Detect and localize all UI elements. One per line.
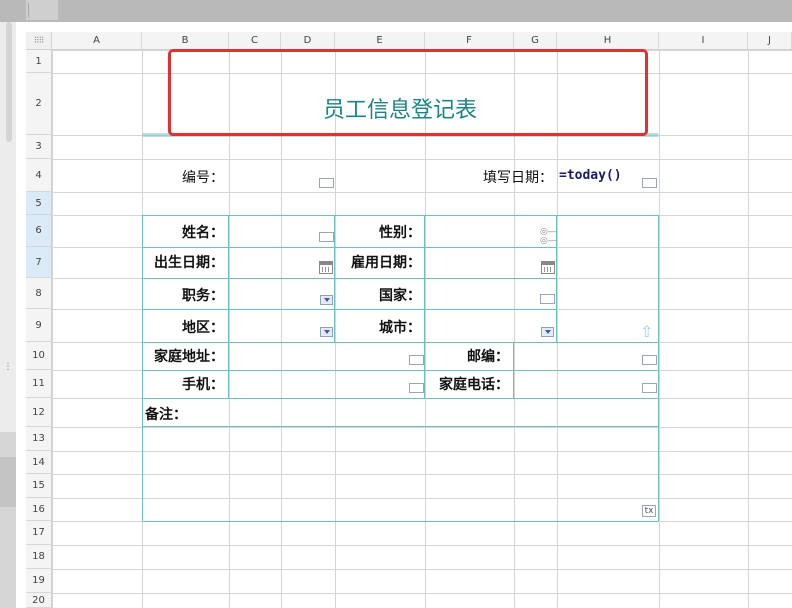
row-header-14[interactable]: 14 xyxy=(26,451,52,474)
dropdown-arrow-icon[interactable] xyxy=(320,327,333,337)
row-header-16[interactable]: 16 xyxy=(26,498,52,521)
text-control-icon[interactable]: tx xyxy=(642,505,656,517)
row-header-17[interactable]: 17 xyxy=(26,521,52,545)
row-header-6[interactable]: 6 xyxy=(26,215,52,247)
column-header-c[interactable]: C xyxy=(229,32,281,50)
home-phone-input[interactable] xyxy=(642,383,657,393)
row-header-3[interactable]: 3 xyxy=(26,135,52,159)
birth-label: 出生日期： xyxy=(154,255,224,271)
column-header-d[interactable]: D xyxy=(281,32,335,50)
row-header-2[interactable]: 2 xyxy=(26,73,52,135)
date-input[interactable] xyxy=(642,178,657,188)
row-header-19[interactable]: 19 xyxy=(26,569,52,593)
city-label: 城市： xyxy=(379,320,421,336)
calendar-icon[interactable] xyxy=(319,261,333,274)
column-header-h[interactable]: H xyxy=(557,32,659,50)
radio-option-icon[interactable]: ◎— ◎— xyxy=(540,228,557,246)
row-header-7[interactable]: 7 xyxy=(26,247,52,278)
column-header-j[interactable]: J xyxy=(748,32,792,50)
dropdown-arrow-icon[interactable] xyxy=(320,295,333,305)
column-header-i[interactable]: I xyxy=(659,32,748,50)
zip-label: 邮编： xyxy=(467,349,509,365)
row-header-20[interactable]: 20 xyxy=(26,593,52,608)
column-header-g[interactable]: G xyxy=(514,32,557,50)
name-label: 姓名： xyxy=(182,225,224,241)
date-label: 填写日期： xyxy=(483,170,553,186)
row-header-1[interactable]: 1 xyxy=(26,50,52,73)
number-input[interactable] xyxy=(319,178,334,188)
zip-input[interactable] xyxy=(642,355,657,365)
row-header-5[interactable]: 5 xyxy=(26,192,52,215)
row-header-10[interactable]: 10 xyxy=(26,342,52,370)
date-formula[interactable]: =today() xyxy=(559,168,622,183)
dropdown-arrow-icon[interactable] xyxy=(541,327,554,337)
hire-label: 雇用日期： xyxy=(351,255,421,271)
calendar-icon[interactable] xyxy=(541,261,555,274)
country-input[interactable] xyxy=(540,294,555,304)
row-header-13[interactable]: 13 xyxy=(26,427,52,451)
address-input[interactable] xyxy=(409,355,424,365)
row-header-9[interactable]: 9 xyxy=(26,309,52,342)
column-header-b[interactable]: B xyxy=(142,32,229,50)
column-header-f[interactable]: F xyxy=(425,32,514,50)
notes-label: 备注： xyxy=(145,407,187,423)
row-header-15[interactable]: 15 xyxy=(26,474,52,498)
upload-arrow-icon[interactable]: ⇧ xyxy=(640,322,653,341)
country-label: 国家： xyxy=(379,288,421,304)
row-header-4[interactable]: 4 xyxy=(26,159,52,192)
row-header-18[interactable]: 18 xyxy=(26,545,52,569)
name-input[interactable] xyxy=(319,232,334,242)
mobile-input[interactable] xyxy=(409,383,424,393)
column-header-a[interactable]: A xyxy=(52,32,142,50)
number-label: 编号： xyxy=(182,170,224,186)
mobile-label: 手机： xyxy=(182,377,224,393)
title-highlight-box xyxy=(168,49,648,136)
row-header-12[interactable]: 12 xyxy=(26,398,52,427)
gender-label: 性别： xyxy=(379,225,421,241)
column-header-e[interactable]: E xyxy=(335,32,425,50)
row-header-8[interactable]: 8 xyxy=(26,278,52,309)
select-all-icon[interactable]: ⠿⠿ xyxy=(26,32,52,50)
address-label: 家庭地址： xyxy=(154,349,224,365)
home-phone-label: 家庭电话： xyxy=(439,377,509,393)
row-header-11[interactable]: 11 xyxy=(26,370,52,398)
region-label: 地区： xyxy=(182,320,224,336)
position-label: 职务： xyxy=(182,288,224,304)
